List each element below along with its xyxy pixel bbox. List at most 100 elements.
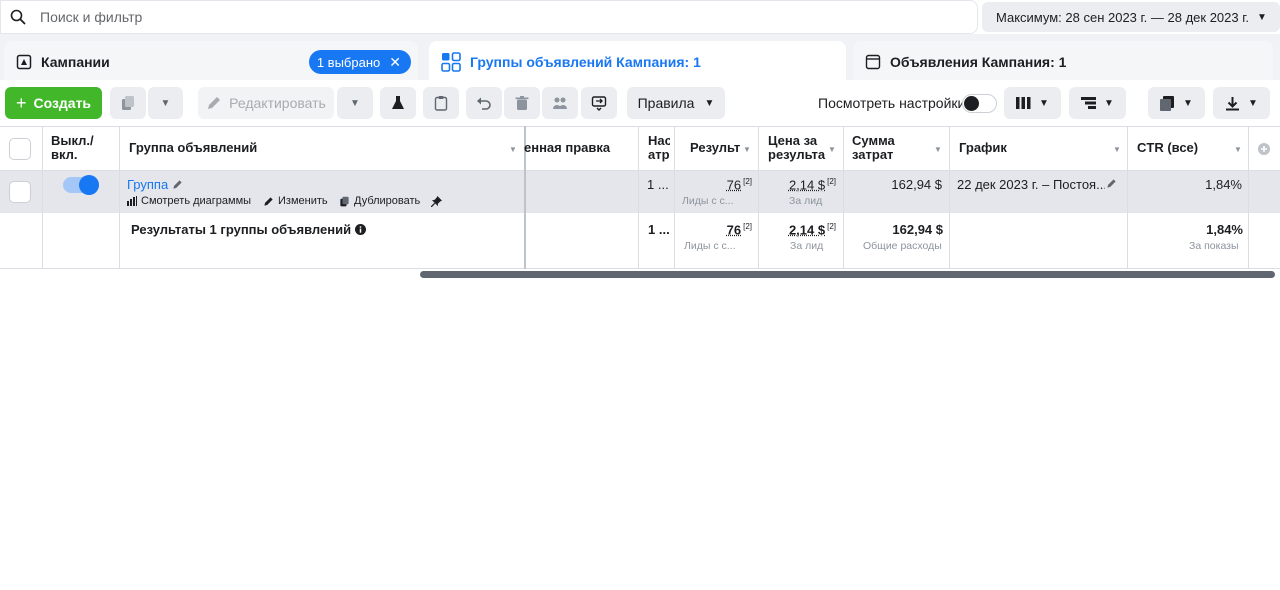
people-icon [553, 97, 567, 109]
summary-cost: 2,14 $ [2] [764, 222, 836, 237]
header-onoff: Выкл./ вкл. [51, 133, 94, 162]
chevron-down-icon: ▼ [1104, 97, 1114, 109]
summary-cost-number[interactable]: 2,14 $ [789, 222, 825, 237]
close-icon[interactable]: ✕ [389, 54, 401, 71]
undo-button[interactable] [466, 87, 502, 119]
sort-icon[interactable]: ▼ [509, 145, 517, 154]
ab-test-button[interactable] [380, 87, 416, 119]
select-all-checkbox[interactable] [9, 138, 31, 160]
summary-results: 76 [2] [684, 222, 752, 237]
tab-adsets-label: Группы объявлений Кампания: 1 [470, 54, 701, 70]
header-amount-spent[interactable]: Сумма затрат [852, 126, 912, 170]
summary-spent-subtitle: Общие расходы [863, 240, 942, 252]
rules-button[interactable]: Правила ▼ [627, 87, 725, 119]
search-filter-bar[interactable]: Поиск и фильтр [0, 0, 978, 34]
delete-button[interactable] [504, 87, 540, 119]
preview-button[interactable] [581, 87, 617, 119]
selected-count-pill[interactable]: 1 выбрано ✕ [308, 50, 411, 74]
header-ctr[interactable]: CTR (все) [1137, 126, 1198, 170]
campaign-folder-icon [16, 54, 32, 70]
search-icon [10, 9, 26, 25]
breakdown-button[interactable]: ▼ [1069, 87, 1126, 119]
sort-icon[interactable]: ▼ [743, 145, 751, 154]
tab-ads-label: Объявления Кампания: 1 [890, 54, 1067, 70]
header-adset-name[interactable]: Группа объявлений [129, 126, 257, 170]
tab-campaigns-label: Кампании [41, 54, 110, 70]
reports-button[interactable]: ▼ [1148, 87, 1205, 119]
header-last-edit[interactable]: енная правка [524, 126, 610, 170]
header-cost-per-result[interactable]: Цена за результа [768, 126, 832, 170]
results-footnote[interactable]: [2] [743, 177, 752, 186]
cost-footnote[interactable]: [2] [827, 177, 836, 186]
tab-ads[interactable]: Объявления Кампания: 1 [853, 41, 1273, 83]
plus-icon: + [15, 92, 27, 113]
create-button[interactable]: + Создать [5, 87, 102, 119]
add-column-icon[interactable] [1258, 143, 1270, 155]
view-charts-action[interactable]: Смотреть диаграммы [127, 195, 251, 207]
chevron-down-icon: ▼ [160, 97, 171, 109]
duplicate-action[interactable]: Дублировать [339, 195, 420, 207]
view-settings-label: Посмотреть настройки [818, 95, 966, 111]
copy-icon [122, 96, 134, 110]
edit-dropdown-button[interactable]: ▼ [337, 87, 373, 119]
search-input[interactable]: Поиск и фильтр [40, 9, 142, 25]
header-results[interactable]: Результ [690, 126, 740, 170]
header-setup[interactable]: Нас атр [648, 126, 670, 170]
pencil-icon[interactable] [172, 179, 183, 190]
schedule-value: 22 дек 2023 г. – Постоя... [957, 177, 1105, 192]
grid-icon [441, 52, 461, 72]
chevron-down-icon: ▼ [1257, 11, 1267, 23]
create-label: Создать [33, 95, 92, 111]
spent-value: 162,94 $ [891, 177, 942, 192]
pencil-icon [208, 97, 221, 109]
sort-icon[interactable]: ▼ [1234, 145, 1242, 154]
adset-name-link[interactable]: Группа [127, 177, 168, 192]
sort-icon[interactable]: ▼ [1113, 145, 1121, 154]
summary-results-footnote[interactable]: [2] [743, 222, 752, 231]
columns-icon [1016, 97, 1031, 109]
chevron-down-icon: ▼ [350, 97, 360, 109]
copy-icon [340, 196, 349, 206]
view-settings-toggle[interactable] [962, 94, 997, 113]
columns-button[interactable]: ▼ [1004, 87, 1061, 119]
summary-results-number[interactable]: 76 [727, 222, 741, 237]
edit-button[interactable]: Редактировать [198, 87, 334, 119]
cost-number[interactable]: 2,14 $ [789, 177, 825, 192]
tab-adsets[interactable]: Группы объявлений Кампания: 1 [429, 41, 846, 83]
clipboard-button[interactable] [423, 87, 459, 119]
edit-action[interactable]: Изменить [263, 195, 328, 207]
summary-label: Результаты 1 группы объявлений [131, 222, 352, 237]
duplicate-dropdown-button[interactable]: ▼ [148, 87, 183, 119]
horizontal-scrollbar[interactable] [420, 271, 1275, 278]
sort-icon[interactable]: ▼ [934, 145, 942, 154]
audience-button[interactable] [542, 87, 578, 119]
toggle-knob [79, 175, 99, 195]
clipboard-icon [434, 96, 448, 111]
pin-icon[interactable] [431, 196, 442, 207]
pencil-icon[interactable] [1106, 178, 1117, 189]
summary-ctr: 1,84% [1206, 222, 1243, 237]
duplicate-button[interactable] [110, 87, 146, 119]
sort-icon[interactable]: ▼ [828, 145, 836, 154]
selected-count-label: 1 выбрано [316, 54, 381, 70]
adset-toggle[interactable] [0, 171, 120, 213]
toolbar: + Создать ▼ Редактировать ▼ Правила ▼ По… [0, 80, 1280, 126]
preview-icon [591, 96, 607, 111]
tab-campaigns[interactable]: Кампании 1 выбрано ✕ [4, 41, 418, 83]
view-charts-label: Смотреть диаграммы [141, 195, 252, 207]
info-icon[interactable] [355, 224, 367, 235]
export-button[interactable]: ▼ [1213, 87, 1270, 119]
results-value: 76 [2] [684, 177, 752, 192]
rules-label: Правила [637, 95, 695, 111]
date-range-picker[interactable]: Максимум: 28 сен 2023 г. — 28 дек 2023 г… [982, 2, 1280, 32]
results-number[interactable]: 76 [727, 177, 741, 192]
edit-label: Редактировать [229, 95, 326, 111]
summary-cost-footnote[interactable]: [2] [827, 222, 836, 231]
results-subtitle: Лиды с с... [682, 195, 734, 207]
header-schedule[interactable]: График [959, 126, 1007, 170]
summary-cost-subtitle: За лид [790, 240, 824, 252]
cost-subtitle: За лид [789, 195, 823, 207]
chevron-down-icon: ▼ [1039, 97, 1049, 109]
breakdown-icon [1081, 97, 1097, 109]
date-range-label: Максимум: 28 сен 2023 г. — 28 дек 2023 г… [996, 9, 1249, 25]
